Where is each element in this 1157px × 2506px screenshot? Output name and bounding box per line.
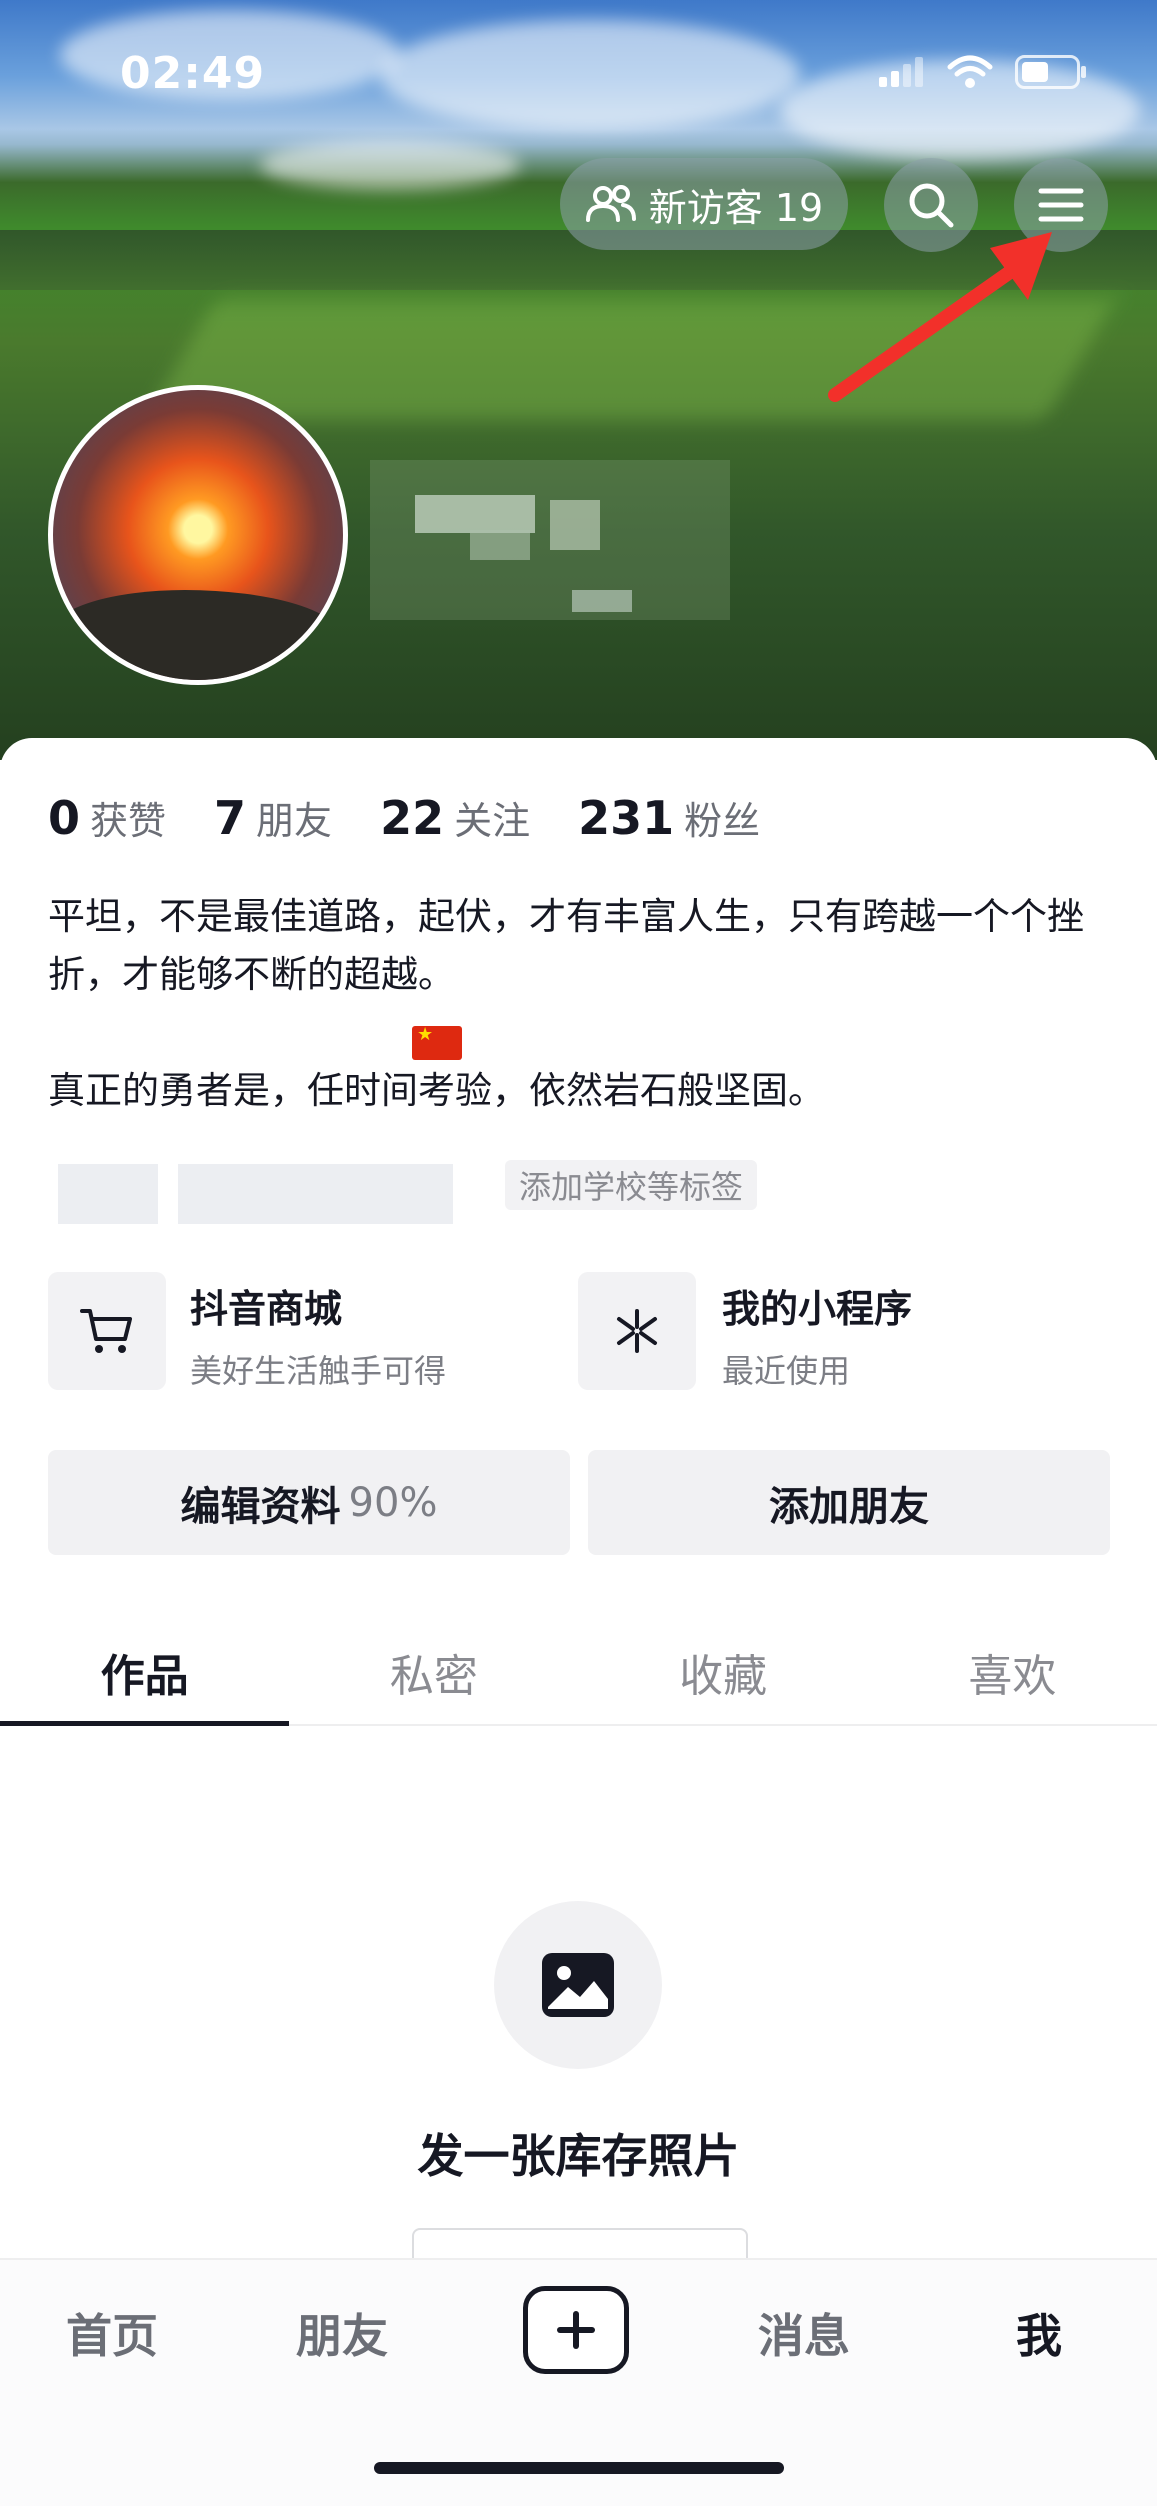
tab-private[interactable]: 私密 <box>289 1620 578 1724</box>
stat-value: 0 <box>48 791 81 845</box>
tab-favorites[interactable]: 收藏 <box>579 1620 868 1724</box>
tag-redacted[interactable] <box>58 1164 158 1224</box>
annotation-arrow <box>828 232 1052 402</box>
username-id-redacted <box>370 460 730 620</box>
stat-value: 231 <box>578 791 675 845</box>
service-title[interactable]: 我的小程序 <box>722 1278 912 1333</box>
stat-followers[interactable]: 231 粉丝 <box>578 790 760 845</box>
service-subtitle: 美好生活触手可得 <box>190 1352 447 1390</box>
stat-label: 粉丝 <box>684 799 761 843</box>
plus-icon <box>557 2311 595 2349</box>
user-id-redacted <box>572 590 632 612</box>
service-title[interactable]: 抖音商城 <box>190 1278 342 1333</box>
stat-label: 获赞 <box>90 799 167 843</box>
stat-following[interactable]: 22 关注 <box>380 790 530 845</box>
stat-likes[interactable]: 0 获赞 <box>48 790 166 845</box>
shopping-cart-icon <box>80 1309 132 1353</box>
bio-line: 真正的勇者是，任时间考验，依然岩石般坚固。 <box>48 1069 825 1112</box>
tab-works[interactable]: 作品 <box>0 1620 290 1726</box>
nav-messages[interactable]: 消息 <box>758 2300 850 2366</box>
mini-program-entry[interactable] <box>578 1272 696 1390</box>
stat-friends[interactable]: 7 朋友 <box>214 790 332 845</box>
edit-profile-label: 编辑资料 <box>180 1483 341 1530</box>
edit-profile-button[interactable]: 编辑资料 90% <box>48 1450 570 1555</box>
nav-home[interactable]: 首页 <box>66 2300 158 2366</box>
avatar-hills <box>53 590 343 680</box>
bio-spacer <box>48 1004 1128 1062</box>
empty-state-text: 发一张库存照片 <box>417 2129 740 2183</box>
mini-program-icon <box>617 1309 657 1353</box>
content-tabs: 作品 私密 收藏 喜欢 <box>0 1620 1157 1726</box>
stat-value: 22 <box>380 791 445 845</box>
bio-line: 平坦，不是最佳道路，起伏，才有丰富人生，只有跨越一个个挫折，才能够不断的超越。 <box>48 895 1084 996</box>
post-photo-button[interactable] <box>494 1901 662 2069</box>
nav-friends[interactable]: 朋友 <box>296 2300 388 2366</box>
image-icon <box>542 1953 614 2017</box>
douyin-mall-entry[interactable] <box>48 1272 166 1390</box>
create-button[interactable] <box>523 2286 629 2374</box>
tab-likes[interactable]: 喜欢 <box>868 1620 1157 1724</box>
profile-completion: 90% <box>348 1479 438 1526</box>
profile-stats: 0 获赞 7 朋友 22 关注 231 粉丝 <box>48 790 760 845</box>
add-friend-button[interactable]: 添加朋友 <box>588 1450 1110 1555</box>
stat-label: 朋友 <box>256 799 333 843</box>
tag-redacted[interactable] <box>178 1164 453 1224</box>
add-tag-button[interactable]: 添加学校等标签 <box>505 1160 758 1210</box>
profile-avatar[interactable] <box>48 385 348 685</box>
stat-value: 7 <box>214 791 247 845</box>
service-subtitle: 最近使用 <box>722 1352 851 1390</box>
china-flag-icon <box>412 1024 462 1060</box>
stat-label: 关注 <box>454 799 531 843</box>
nav-me[interactable]: 我 <box>1016 2300 1062 2366</box>
profile-bio[interactable]: 平坦，不是最佳道路，起伏，才有丰富人生，只有跨越一个个挫折，才能够不断的超越。 … <box>48 888 1128 1120</box>
home-indicator <box>374 2462 784 2474</box>
